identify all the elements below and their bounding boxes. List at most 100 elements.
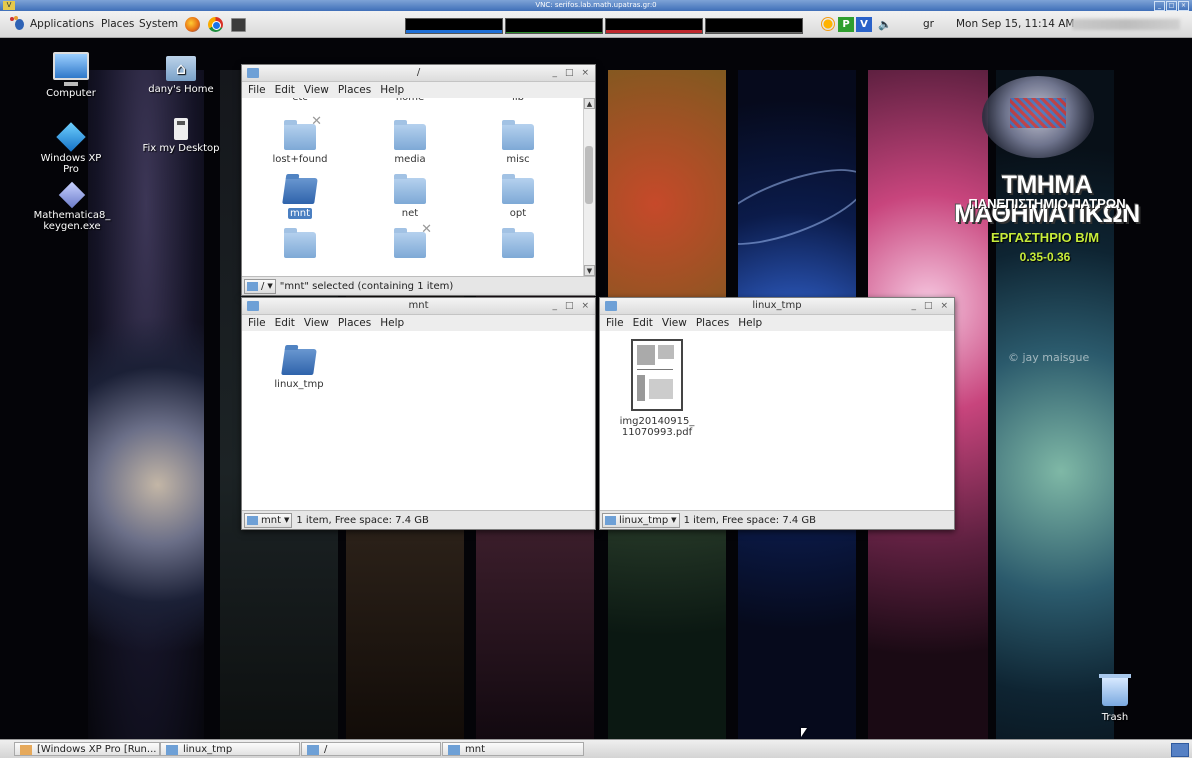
pdf-thumbnail-icon	[631, 339, 683, 411]
menu-view[interactable]: View	[304, 315, 329, 331]
menu-edit[interactable]: Edit	[633, 315, 653, 331]
file-item[interactable]: img20140915_ 11070993.pdf	[614, 339, 700, 438]
chrome-launcher-icon[interactable]	[208, 17, 223, 32]
minimize-button[interactable]: _	[911, 298, 916, 314]
folder-item[interactable]	[257, 228, 343, 262]
scroll-up-arrow-icon[interactable]: ▲	[584, 98, 595, 109]
window-titlebar[interactable]: / _ □ ×	[242, 65, 595, 82]
menu-places[interactable]: Places	[696, 315, 729, 331]
folder-icon	[394, 120, 426, 150]
menu-places[interactable]: Places	[338, 82, 371, 98]
system-monitor-applet[interactable]	[405, 18, 803, 34]
menu-file[interactable]: File	[248, 315, 266, 331]
taskbar-button-windows-xp[interactable]: [Windows XP Pro [Run...	[14, 742, 160, 756]
firefox-launcher-icon[interactable]	[185, 17, 200, 32]
menu-file[interactable]: File	[606, 315, 624, 331]
folder-item-selected[interactable]: mnt	[257, 178, 343, 219]
menu-help[interactable]: Help	[380, 315, 404, 331]
vnc-maximize-button[interactable]: □	[1166, 1, 1177, 11]
status-text: 1 item, Free space: 7.4 GB	[296, 514, 429, 526]
desktop-icon-trash[interactable]: Trash	[1076, 674, 1154, 723]
system-menu[interactable]: System	[139, 11, 178, 37]
folder-item[interactable]: media	[367, 120, 453, 165]
taskbar-button-mnt[interactable]: mnt	[442, 742, 584, 756]
folder-label: misc	[506, 154, 530, 165]
window-titlebar[interactable]: mnt _ □ ×	[242, 298, 595, 315]
menu-view[interactable]: View	[304, 82, 329, 98]
folder-item[interactable]: ✕ lost+found	[257, 114, 343, 165]
close-button[interactable]: ×	[940, 298, 948, 314]
folder-item[interactable]: linux_tmp	[256, 349, 342, 390]
close-button[interactable]: ×	[581, 65, 589, 81]
wallpaper-subtitle: ΠΑΝΕΠΙΣΤΗΜΙΟ ΠΑΤΡΩΝ	[968, 196, 1126, 211]
folder-icon: ✕	[284, 114, 322, 150]
desktop-icon-windows-xp[interactable]: Windows XP Pro	[32, 122, 110, 175]
vnc-window-title: VNC: serifos.lab.math.upatras.gr:0	[535, 1, 657, 9]
path-dropdown[interactable]: / ▼	[244, 278, 276, 294]
keyboard-layout-indicator[interactable]: gr	[923, 11, 934, 37]
scrollbar-thumb[interactable]	[585, 146, 593, 204]
no-access-emblem-icon: ✕	[311, 114, 322, 129]
status-text: "mnt" selected (containing 1 item)	[279, 280, 454, 292]
folder-item[interactable]	[475, 228, 561, 262]
file-manager-window-root[interactable]: / _ □ × File Edit View Places Help etc h…	[241, 64, 596, 296]
file-manager-window-linux-tmp[interactable]: linux_tmp _ □ × File Edit View Places He…	[599, 297, 955, 530]
vnc-close-button[interactable]: ×	[1178, 1, 1189, 11]
menu-view[interactable]: View	[662, 315, 687, 331]
taskbar-button-root[interactable]: /	[301, 742, 441, 756]
folder-icon	[502, 174, 534, 204]
show-desktop-icon[interactable]	[1171, 743, 1189, 757]
update-notifier-icon[interactable]	[821, 17, 835, 31]
path-dropdown[interactable]: mnt ▼	[244, 512, 293, 528]
close-button[interactable]: ×	[581, 298, 589, 314]
desktop-icon-home[interactable]: dany's Home	[142, 56, 220, 95]
file-manager-window-mnt[interactable]: mnt _ □ × File Edit View Places Help lin…	[241, 297, 596, 530]
applications-menu[interactable]: Applications	[30, 11, 94, 37]
menu-file[interactable]: File	[248, 82, 266, 98]
folder-item[interactable]: net	[367, 174, 453, 219]
maximize-button[interactable]: □	[565, 298, 574, 314]
folder-label: media	[394, 154, 426, 165]
taskbar-button-linux-tmp[interactable]: linux_tmp	[160, 742, 300, 756]
desktop-icon-computer[interactable]: Computer	[32, 52, 110, 99]
icon-view[interactable]: img20140915_ 11070993.pdf	[600, 331, 954, 510]
panel-clock[interactable]: Mon Sep 15, 11:14 AM	[956, 11, 1074, 37]
folder-icon	[502, 228, 534, 258]
window-titlebar[interactable]: linux_tmp _ □ ×	[600, 298, 954, 315]
v-tray-icon[interactable]: V	[856, 17, 872, 32]
desktop[interactable]: ΤΜΗΜΑ ΜΑΘΗΜΑΤΙΚΩΝ ΠΑΝΕΠΙΣΤΗΜΙΟ ΠΑΤΡΩΝ ΕΡ…	[0, 38, 1192, 739]
maximize-button[interactable]: □	[924, 298, 933, 314]
path-dropdown[interactable]: linux_tmp ▼	[602, 512, 680, 528]
folder-icon: ✕	[394, 222, 432, 258]
menu-help[interactable]: Help	[738, 315, 762, 331]
no-access-emblem-icon: ✕	[421, 222, 432, 237]
scroll-down-arrow-icon[interactable]: ▼	[584, 265, 595, 276]
folder-item[interactable]: misc	[475, 120, 561, 165]
menu-places[interactable]: Places	[338, 315, 371, 331]
vertical-scrollbar[interactable]: ▲ ▼	[583, 98, 595, 276]
folder-item[interactable]: etc	[257, 98, 343, 103]
p-tray-icon[interactable]: P	[838, 17, 854, 32]
folder-item[interactable]: ✕	[367, 222, 453, 262]
volume-icon[interactable]: 🔈	[878, 17, 892, 32]
desktop-icon-fix-desktop[interactable]: Fix my Desktop	[142, 118, 220, 154]
icon-view[interactable]: etc home lib ✕ lost+found media misc mnt	[242, 98, 595, 276]
menu-edit[interactable]: Edit	[275, 315, 295, 331]
maximize-button[interactable]: □	[565, 65, 574, 81]
menu-edit[interactable]: Edit	[275, 82, 295, 98]
terminal-launcher-icon[interactable]	[231, 18, 246, 32]
folder-item[interactable]: lib	[475, 98, 561, 103]
folder-item[interactable]: home	[367, 98, 453, 103]
minimize-button[interactable]: _	[552, 65, 557, 81]
folder-item[interactable]: opt	[475, 174, 561, 219]
chevron-down-icon: ▼	[671, 516, 677, 524]
vnc-minimize-button[interactable]: _	[1154, 1, 1165, 11]
folder-icon	[448, 745, 460, 755]
places-menu[interactable]: Places	[101, 11, 134, 37]
menu-help[interactable]: Help	[380, 82, 404, 98]
user-name-blurred[interactable]	[1072, 19, 1180, 30]
icon-view[interactable]: linux_tmp	[242, 331, 595, 510]
desktop-icon-mathematica-keygen[interactable]: Mathematica8_ keygen.exe	[32, 181, 112, 232]
minimize-button[interactable]: _	[552, 298, 557, 314]
folder-label: lost+found	[272, 154, 328, 165]
